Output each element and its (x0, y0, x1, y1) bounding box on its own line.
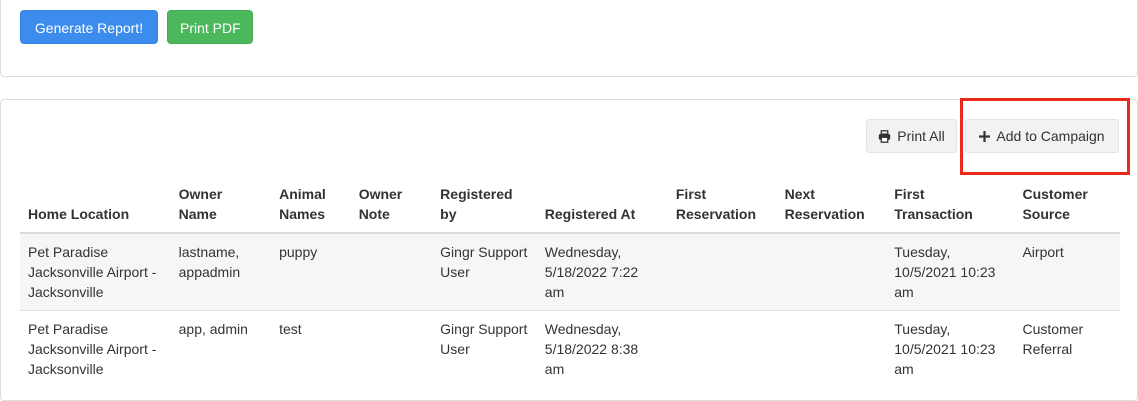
cell-first-transaction: Tuesday, 10/5/2021 10:23 am (886, 310, 1015, 387)
cell-home-location: Pet Paradise Jacksonville Airport - Jack… (20, 232, 171, 311)
cell-first-reservation (667, 232, 777, 311)
cell-owner-name: lastname, appadmin (170, 232, 272, 311)
cell-customer-source: Airport (1014, 232, 1120, 311)
column-header-first-transaction[interactable]: First Transaction (886, 180, 1015, 234)
cell-next-reservation (776, 310, 887, 387)
add-to-campaign-label: Add to Campaign (996, 128, 1105, 144)
cell-registered-by: Gingr Support User (432, 232, 537, 311)
print-all-label: Print All (897, 128, 945, 144)
cell-next-reservation (776, 232, 887, 311)
column-header-owner-name[interactable]: Owner Name (170, 180, 272, 234)
plus-icon (979, 130, 991, 142)
customer-report-table: Home Location Owner Name Animal Names Ow… (20, 180, 1120, 387)
add-to-campaign-button[interactable]: Add to Campaign (965, 119, 1119, 153)
column-header-registered-at[interactable]: Registered At (536, 180, 668, 234)
table-row[interactable]: Pet Paradise Jacksonville Airport - Jack… (20, 232, 1120, 311)
column-header-next-reservation[interactable]: Next Reservation (776, 180, 887, 234)
column-header-first-reservation[interactable]: First Reservation (667, 180, 777, 234)
printer-icon (878, 129, 891, 143)
table-row[interactable]: Pet Paradise Jacksonville Airport - Jack… (20, 310, 1120, 387)
generate-report-button[interactable]: Generate Report! (20, 10, 158, 44)
column-header-registered-by[interactable]: Registered by (432, 180, 537, 234)
cell-registered-at: Wednesday, 5/18/2022 7:22 am (536, 232, 668, 311)
column-header-animal-names[interactable]: Animal Names (271, 180, 351, 234)
column-header-owner-note[interactable]: Owner Note (350, 180, 433, 234)
cell-animal-names: test (271, 310, 351, 387)
cell-first-transaction: Tuesday, 10/5/2021 10:23 am (886, 232, 1015, 311)
cell-customer-source: Customer Referral (1014, 310, 1120, 387)
cell-owner-note (350, 310, 433, 387)
print-pdf-button[interactable]: Print PDF (167, 10, 253, 44)
cell-registered-by: Gingr Support User (432, 310, 537, 387)
cell-home-location: Pet Paradise Jacksonville Airport - Jack… (20, 310, 171, 387)
cell-owner-name: app, admin (170, 310, 272, 387)
cell-first-reservation (667, 310, 777, 387)
cell-owner-note (350, 232, 433, 311)
cell-animal-names: puppy (271, 232, 351, 311)
table-header-row: Home Location Owner Name Animal Names Ow… (20, 180, 1120, 234)
print-all-button[interactable]: Print All (866, 119, 957, 153)
column-header-customer-source[interactable]: Customer Source (1014, 180, 1120, 234)
column-header-home-location[interactable]: Home Location (20, 180, 171, 234)
cell-registered-at: Wednesday, 5/18/2022 8:38 am (536, 310, 668, 387)
